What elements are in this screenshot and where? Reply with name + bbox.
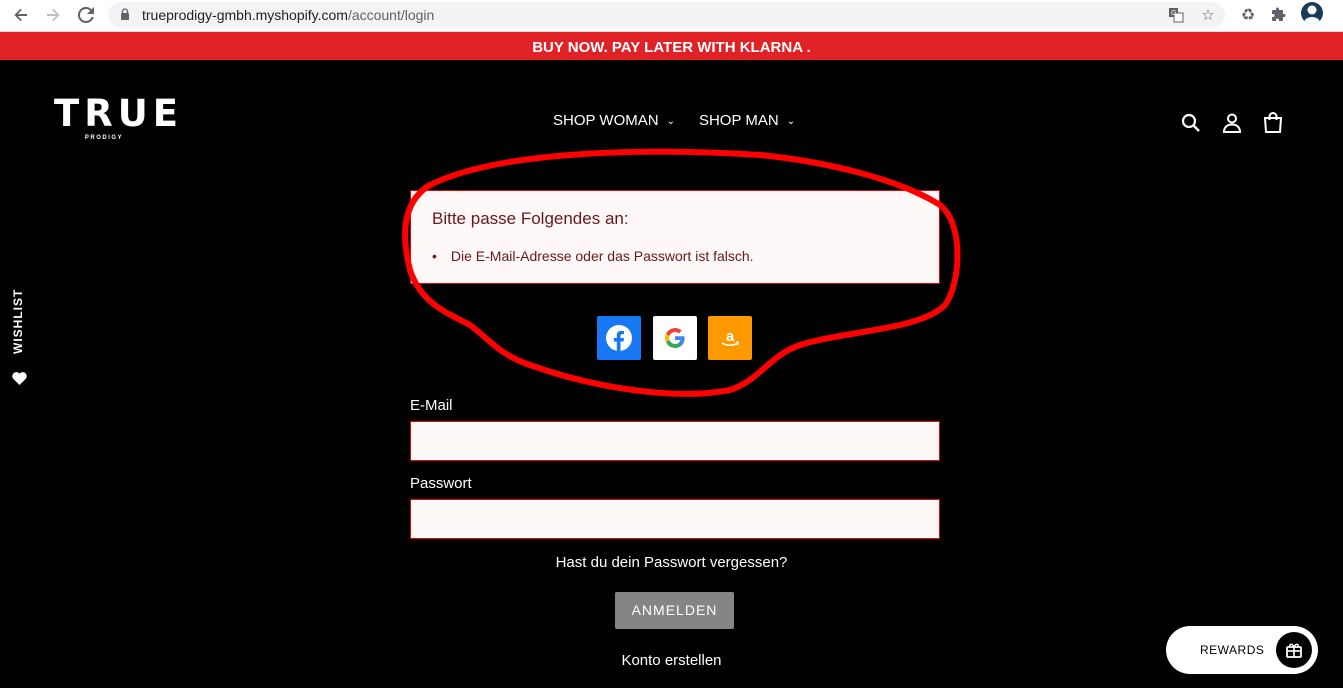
error-title: Bitte passe Folgendes an:: [432, 209, 629, 228]
logo-wordmark: TRUE: [54, 92, 184, 135]
nav-shop-man[interactable]: SHOP MAN ⌄: [699, 112, 795, 129]
nav-label: SHOP WOMAN: [553, 112, 659, 129]
rewards-label: REWARDS: [1200, 643, 1265, 657]
google-icon: [665, 328, 685, 348]
back-arrow-icon[interactable]: [10, 4, 32, 26]
facebook-login-button[interactable]: [597, 316, 641, 360]
svg-text:G: G: [1171, 10, 1176, 17]
google-login-button[interactable]: [653, 316, 697, 360]
gift-icon: [1276, 632, 1312, 668]
wishlist-label: WISHLIST: [11, 288, 25, 354]
account-icon[interactable]: [1220, 111, 1244, 135]
password-label: Passwort: [410, 475, 472, 492]
amazon-login-button[interactable]: a: [708, 316, 752, 360]
recycle-extension-icon[interactable]: ♻: [1237, 4, 1259, 26]
rewards-launcher[interactable]: REWARDS: [1166, 626, 1318, 674]
heart-icon: [12, 372, 27, 388]
login-button[interactable]: ANMELDEN: [615, 592, 734, 629]
site-logo[interactable]: TRUE PRODIGY: [54, 92, 184, 141]
url-text: trueprodigy-gmbh.myshopify.com/account/l…: [142, 7, 435, 23]
chevron-down-icon: ⌄: [666, 116, 675, 127]
email-field[interactable]: [410, 421, 940, 461]
cart-icon[interactable]: [1261, 111, 1285, 135]
address-bar[interactable]: trueprodigy-gmbh.myshopify.com/account/l…: [108, 2, 1225, 28]
reload-icon[interactable]: [75, 4, 97, 26]
amazon-icon: a: [721, 328, 740, 347]
error-text: Die E-Mail-Adresse oder das Passwort ist…: [450, 248, 754, 264]
facebook-icon: [606, 325, 632, 351]
main-navigation: SHOP WOMAN ⌄ SHOP MAN ⌄: [553, 112, 795, 129]
forgot-password-link[interactable]: Hast du dein Passwort vergessen?: [0, 554, 1343, 571]
browser-toolbar: trueprodigy-gmbh.myshopify.com/account/l…: [0, 0, 1343, 32]
profile-avatar[interactable]: [1301, 2, 1323, 24]
announcement-bar[interactable]: BUY NOW. PAY LATER WITH KLARNA .: [0, 32, 1343, 60]
page-scrollbar[interactable]: [1329, 60, 1343, 688]
search-icon[interactable]: [1179, 111, 1203, 135]
form-error-message: Bitte passe Folgendes an: • Die E-Mail-Ad…: [410, 190, 940, 284]
extensions-puzzle-icon[interactable]: [1268, 4, 1290, 26]
bookmark-star-icon[interactable]: ☆: [1198, 5, 1218, 25]
error-list-item: • Die E-Mail-Adresse oder das Passwort is…: [432, 248, 754, 264]
logo-subtitle: PRODIGY: [84, 135, 124, 141]
password-field[interactable]: [410, 499, 940, 539]
email-label: E-Mail: [410, 397, 453, 414]
nav-shop-woman[interactable]: SHOP WOMAN ⌄: [553, 112, 675, 129]
nav-label: SHOP MAN: [698, 112, 779, 129]
bullet: •: [432, 248, 437, 264]
lock-icon: [121, 8, 129, 20]
translate-icon[interactable]: G: [1166, 5, 1186, 25]
svg-text:a: a: [726, 328, 735, 345]
forward-arrow-icon[interactable]: [42, 4, 64, 26]
create-account-link[interactable]: Konto erstellen: [0, 652, 1343, 669]
chevron-down-icon: ⌄: [786, 116, 796, 127]
